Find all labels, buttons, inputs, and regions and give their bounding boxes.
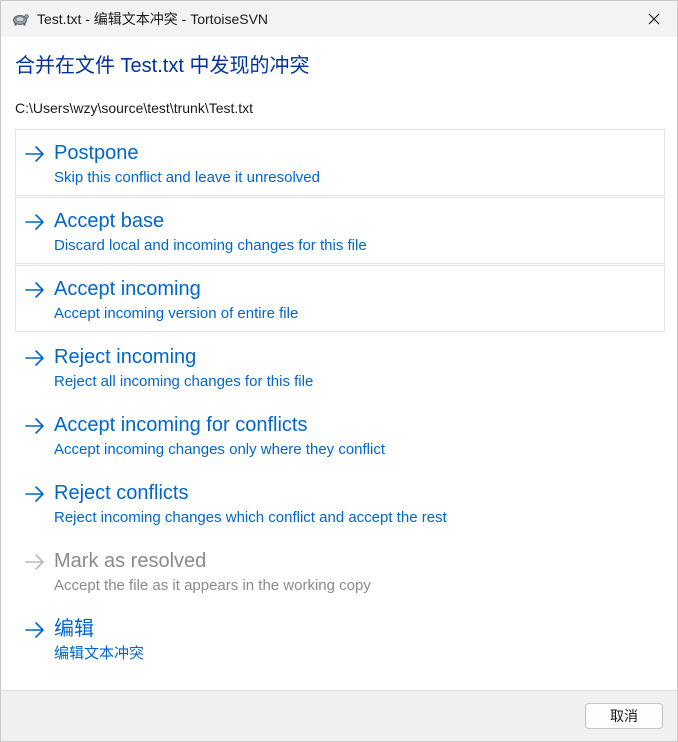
arrow-right-icon	[25, 350, 44, 366]
option-title: Postpone	[54, 142, 139, 164]
option-title: Accept incoming	[54, 278, 201, 300]
arrow-right-icon	[25, 282, 44, 298]
option-description: Reject incoming changes which conflict a…	[54, 509, 447, 526]
option-title: Reject incoming	[54, 346, 197, 368]
close-button[interactable]	[631, 1, 677, 37]
file-path: C:\Users\wzy\source\test\trunk\Test.txt	[15, 100, 254, 116]
option-postpone[interactable]: Postpone Skip this conflict and leave it…	[15, 129, 665, 196]
cancel-button[interactable]: 取消	[585, 703, 663, 729]
option-description: Accept incoming version of entire file	[54, 305, 299, 322]
dialog-heading: 合并在文件 Test.txt 中发现的冲突	[15, 55, 310, 77]
arrow-right-icon	[25, 418, 44, 434]
arrow-right-icon	[25, 146, 44, 162]
option-description: Reject all incoming changes for this fil…	[54, 373, 314, 390]
close-icon	[648, 13, 660, 25]
conflict-dialog: Test.txt - 编辑文本冲突 - TortoiseSVN 合并在文件 Te…	[0, 0, 678, 742]
option-accept-incoming-for-conflicts[interactable]: Accept incoming for conflicts Accept inc…	[15, 401, 665, 468]
title-bar: Test.txt - 编辑文本冲突 - TortoiseSVN	[1, 1, 677, 37]
option-description: Discard local and incoming changes for t…	[54, 237, 367, 254]
arrow-right-icon	[25, 622, 44, 638]
option-accept-base[interactable]: Accept base Discard local and incoming c…	[15, 197, 665, 264]
option-title: Reject conflicts	[54, 482, 189, 504]
window-title: Test.txt - 编辑文本冲突 - TortoiseSVN	[37, 11, 269, 27]
arrow-right-icon	[25, 214, 44, 230]
option-accept-incoming[interactable]: Accept incoming Accept incoming version …	[15, 265, 665, 332]
option-title: 编辑	[54, 618, 94, 640]
arrow-right-icon	[25, 554, 44, 570]
dialog-footer: 取消	[1, 690, 677, 741]
option-title: Accept base	[54, 210, 165, 232]
option-description: 编辑文本冲突	[54, 645, 145, 662]
option-reject-conflicts[interactable]: Reject conflicts Reject incoming changes…	[15, 469, 665, 536]
option-mark-as-resolved: Mark as resolved Accept the file as it a…	[15, 537, 665, 604]
option-reject-incoming[interactable]: Reject incoming Reject all incoming chan…	[15, 333, 665, 400]
option-title: Mark as resolved	[54, 550, 207, 572]
option-description: Accept the file as it appears in the wor…	[54, 577, 371, 594]
arrow-right-icon	[25, 486, 44, 502]
option-description: Skip this conflict and leave it unresolv…	[54, 169, 320, 186]
tortoise-icon	[11, 10, 29, 28]
option-description: Accept incoming changes only where they …	[54, 441, 386, 458]
option-edit[interactable]: 编辑 编辑文本冲突	[15, 605, 665, 672]
option-title: Accept incoming for conflicts	[54, 414, 308, 436]
resolution-options: Postpone Skip this conflict and leave it…	[15, 129, 665, 672]
dialog-content: 合并在文件 Test.txt 中发现的冲突 C:\Users\wzy\sourc…	[1, 53, 677, 672]
